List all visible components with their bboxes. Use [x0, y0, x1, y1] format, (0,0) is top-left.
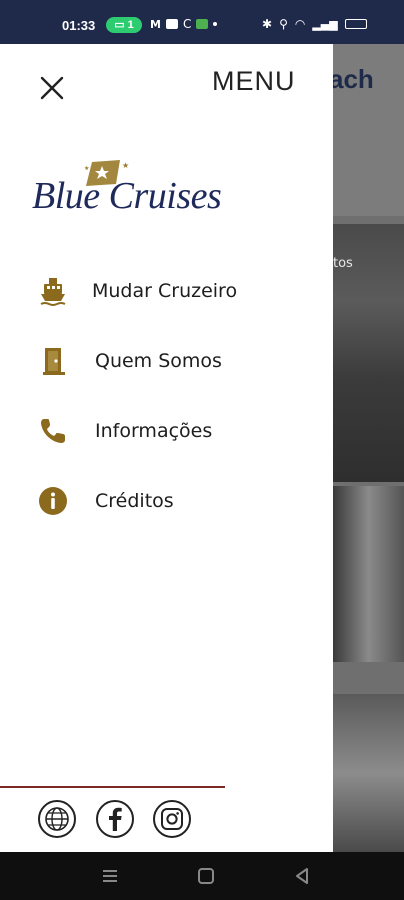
- menu-item-mudar-cruzeiro[interactable]: Mudar Cruzeiro: [36, 273, 296, 309]
- blue-cruises-logo: ★ ★ Blue Cruises: [32, 160, 232, 224]
- background-title: ach: [329, 64, 374, 94]
- menu-item-label: Mudar Cruzeiro: [92, 280, 238, 302]
- status-time: 01:33: [62, 18, 96, 33]
- menu-item-informacoes[interactable]: Informações: [36, 413, 296, 449]
- menu-item-creditos[interactable]: Créditos: [36, 483, 296, 519]
- facebook-button[interactable]: [96, 800, 134, 838]
- svg-text:★: ★: [84, 165, 89, 172]
- back-button[interactable]: [290, 864, 314, 888]
- badge-count: 1: [127, 19, 134, 31]
- instagram-icon: [161, 808, 183, 830]
- menu-item-quem-somos[interactable]: Quem Somos: [36, 343, 296, 379]
- notification-badge: ▭ 1: [106, 17, 142, 33]
- logo-text: Blue Cruises: [32, 175, 222, 217]
- background-image-2: [333, 486, 404, 662]
- app-icon: [196, 19, 209, 29]
- bluetooth-icon: ✱: [262, 17, 273, 31]
- menu-item-label: Quem Somos: [95, 350, 222, 372]
- location-icon: ⚲: [279, 17, 288, 31]
- instagram-button[interactable]: [153, 800, 191, 838]
- system-navigation-bar: [0, 852, 404, 900]
- background-app: ach tos: [329, 44, 404, 852]
- youtube-icon: [165, 19, 178, 29]
- door-icon: [36, 344, 70, 378]
- website-button[interactable]: [38, 800, 76, 838]
- more-dot-icon: [213, 22, 218, 26]
- facebook-icon: [109, 807, 122, 831]
- background-header: ach: [329, 44, 404, 216]
- battery-icon: [344, 19, 367, 29]
- signal-icon: ▂▄▆: [312, 17, 338, 31]
- home-square-icon: [198, 868, 214, 884]
- phone-icon: [36, 414, 70, 448]
- badge-icon: ▭: [114, 19, 128, 31]
- navigation-drawer: MENU ★ ★ Blue Cruises Mudar Cruzeiro Que…: [0, 44, 333, 852]
- menu-item-label: Informações: [95, 420, 213, 442]
- svg-text:★: ★: [122, 161, 129, 170]
- menu-item-label: Créditos: [95, 490, 174, 512]
- mail-icon: M: [150, 17, 161, 31]
- background-image-caption: tos: [333, 256, 353, 271]
- background-image-3: [333, 694, 404, 852]
- close-button[interactable]: [38, 74, 66, 102]
- globe-icon: [45, 807, 69, 831]
- close-icon: [40, 76, 64, 100]
- home-button[interactable]: [194, 864, 218, 888]
- sync-icon: C: [182, 17, 192, 31]
- back-triangle-icon: [296, 868, 308, 884]
- footer-divider: [0, 786, 225, 788]
- wifi-icon: ◠: [294, 17, 306, 31]
- ship-icon: [36, 274, 70, 308]
- notification-icons: M C: [150, 15, 218, 33]
- background-image-harbor: tos: [333, 224, 404, 482]
- recent-apps-button[interactable]: [98, 864, 122, 888]
- menu-lines-icon: [103, 870, 117, 882]
- system-icons: ✱ ⚲ ◠ ▂▄▆: [262, 15, 367, 33]
- status-bar: 01:33 ▭ 1 M C ✱ ⚲ ◠ ▂▄▆: [0, 0, 404, 44]
- info-icon: [36, 484, 70, 518]
- menu-title: MENU: [212, 66, 296, 96]
